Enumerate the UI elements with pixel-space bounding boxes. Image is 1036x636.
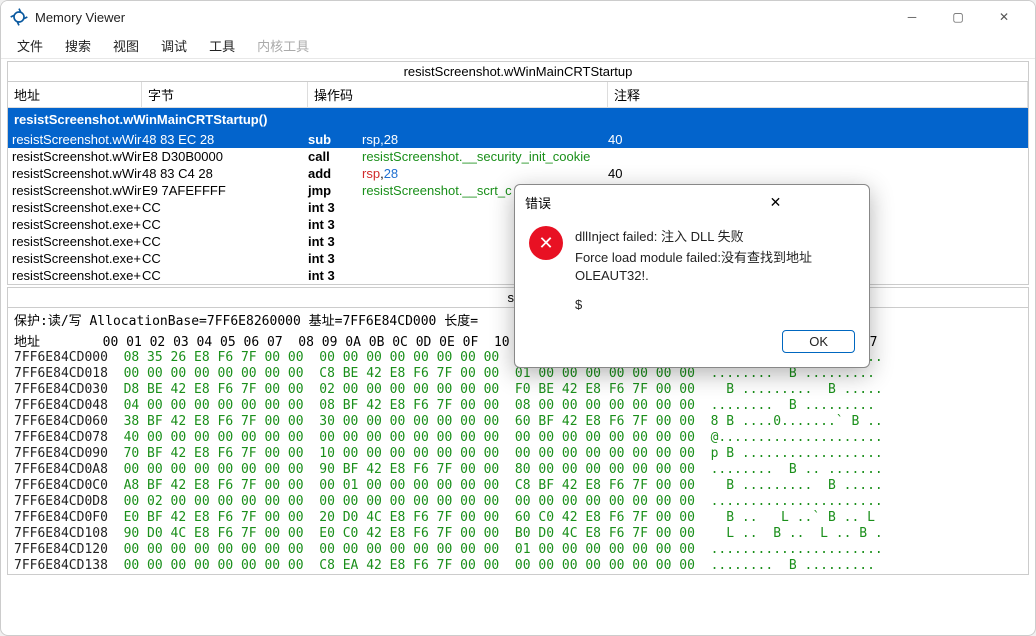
error-dialog: 错误 ✕ ✕ dllInject failed: 注入 DLL 失败 Force… (514, 184, 870, 368)
menu-kernel[interactable]: 内核工具 (247, 33, 319, 58)
dialog-title: 错误 (525, 193, 692, 212)
menubar: 文件 搜索 视图 调试 工具 内核工具 (1, 33, 1035, 59)
hex-row[interactable]: 7FF6E84CD048 04 00 00 00 00 00 00 00 08 … (14, 398, 1022, 414)
hex-row[interactable]: 7FF6E84CD090 70 BF 42 E8 F6 7F 00 00 10 … (14, 446, 1022, 462)
maximize-button[interactable]: ▢ (935, 1, 981, 33)
titlebar[interactable]: Memory Viewer ─ ▢ ✕ (1, 1, 1035, 33)
hex-row[interactable]: 7FF6E84CD0C0 A8 BF 42 E8 F6 7F 00 00 00 … (14, 478, 1022, 494)
minimize-button[interactable]: ─ (889, 1, 935, 33)
hex-row[interactable]: 7FF6E84CD120 00 00 00 00 00 00 00 00 00 … (14, 542, 1022, 558)
window-title: Memory Viewer (35, 10, 889, 25)
hex-row[interactable]: 7FF6E84CD0F0 E0 BF 42 E8 F6 7F 00 00 20 … (14, 510, 1022, 526)
col-ann[interactable]: 注释 (608, 82, 1028, 107)
hex-row[interactable]: 7FF6E84CD030 D8 BE 42 E8 F6 7F 00 00 02 … (14, 382, 1022, 398)
hex-row[interactable]: 7FF6E84CD108 90 D0 4C E8 F6 7F 00 00 E0 … (14, 526, 1022, 542)
disasm-row[interactable]: resistScreenshot.wWirE8 D30B0000callresi… (8, 148, 1028, 165)
disasm-row[interactable]: resistScreenshot.wWir48 83 EC 28subrsp,2… (8, 131, 1028, 148)
hex-body[interactable]: 7FF6E84CD000 08 35 26 E8 F6 7F 00 00 00 … (7, 350, 1029, 575)
dialog-titlebar[interactable]: 错误 ✕ (515, 185, 869, 220)
menu-file[interactable]: 文件 (7, 33, 53, 58)
col-addr[interactable]: 地址 (8, 82, 142, 107)
close-button[interactable]: ✕ (981, 1, 1027, 33)
error-icon: ✕ (529, 226, 563, 260)
app-icon (9, 7, 29, 27)
disasm-row[interactable]: resistScreenshot.wWir48 83 C4 28addrsp,2… (8, 165, 1028, 182)
func-header[interactable]: resistScreenshot.wWinMainCRTStartup() (8, 108, 1028, 131)
menu-search[interactable]: 搜索 (55, 33, 101, 58)
menu-view[interactable]: 视图 (103, 33, 149, 58)
hex-row[interactable]: 7FF6E84CD138 00 00 00 00 00 00 00 00 C8 … (14, 558, 1022, 574)
menu-debug[interactable]: 调试 (151, 33, 197, 58)
col-bytes[interactable]: 字节 (142, 82, 308, 107)
hex-row[interactable]: 7FF6E84CD0A8 00 00 00 00 00 00 00 00 90 … (14, 462, 1022, 478)
dialog-text: dllInject failed: 注入 DLL 失败 Force load m… (575, 226, 812, 314)
hex-row[interactable]: 7FF6E84CD078 40 00 00 00 00 00 00 00 00 … (14, 430, 1022, 446)
menu-tools[interactable]: 工具 (199, 33, 245, 58)
hex-row[interactable]: 7FF6E84CD018 00 00 00 00 00 00 00 00 C8 … (14, 366, 1022, 382)
col-op[interactable]: 操作码 (308, 82, 608, 107)
disasm-header: 地址 字节 操作码 注释 (8, 82, 1028, 108)
dialog-close-icon[interactable]: ✕ (692, 194, 859, 211)
disasm-title: resistScreenshot.wWinMainCRTStartup (7, 61, 1029, 82)
hex-row[interactable]: 7FF6E84CD060 38 BF 42 E8 F6 7F 00 00 30 … (14, 414, 1022, 430)
hex-row[interactable]: 7FF6E84CD0D8 00 02 00 00 00 00 00 00 00 … (14, 494, 1022, 510)
ok-button[interactable]: OK (782, 330, 855, 353)
